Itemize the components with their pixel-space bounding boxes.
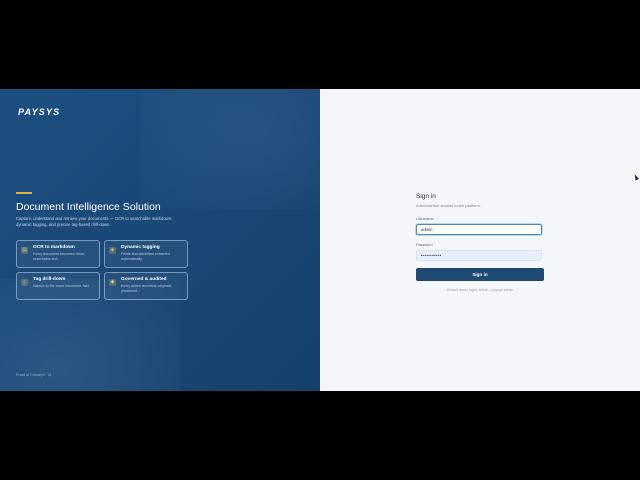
demo-login-hint: Default demo login: admin / paysys admin [446, 288, 514, 292]
background-glow-top [140, 89, 320, 209]
username-field[interactable] [416, 224, 542, 235]
letterbox-top [0, 0, 640, 89]
hero-description: Capture, understand and retrieve your do… [16, 216, 173, 228]
login-page: PAYSYS Document Intelligence Solution Ca… [0, 89, 640, 391]
feature-title: Governed & audited [121, 277, 167, 282]
feature-text: Every action recorded; originals preserv… [121, 284, 172, 293]
document-icon: ▤ [21, 247, 28, 254]
feature-card-drilldown: ⌕ Tag drill-down Narrow to the exact doc… [16, 272, 100, 300]
feature-card-tagging: ◈ Dynamic tagging Fields and identifiers… [104, 240, 188, 268]
brand-panel: PAYSYS Document Intelligence Solution Ca… [0, 89, 320, 391]
feature-card-governed: ◆ Governed & audited Every action record… [104, 272, 188, 300]
feature-text: Narrow to the exact document, fast. [33, 284, 90, 288]
signin-button[interactable]: Sign in [416, 268, 544, 281]
feature-text: Fields and identifiers extracted automat… [121, 252, 170, 261]
signin-title: Sign in [416, 193, 436, 200]
search-icon: ⌕ [21, 279, 28, 286]
password-field[interactable] [416, 250, 542, 261]
signin-panel: Sign in Administrator access to the plat… [320, 89, 640, 391]
password-label: Password [416, 243, 433, 247]
letterbox-bottom [0, 391, 640, 480]
signin-subtitle: Administrator access to the platform. [416, 203, 481, 208]
tag-icon: ◈ [109, 247, 116, 254]
username-label: Username [416, 217, 434, 221]
feature-title: OCR to markdown [33, 245, 75, 250]
shield-icon: ◆ [109, 279, 116, 286]
version-footnote: Proof of Concept · v1 [16, 373, 52, 377]
feature-title: Dynamic tagging [121, 245, 160, 250]
page-title: Document Intelligence Solution [16, 201, 161, 213]
feature-text: Every document becomes clean, searchable… [33, 252, 86, 261]
accent-divider [16, 192, 32, 194]
feature-card-ocr: ▤ OCR to markdown Every document becomes… [16, 240, 100, 268]
feature-title: Tag drill-down [33, 277, 66, 282]
paysys-logo: PAYSYS [18, 107, 61, 117]
